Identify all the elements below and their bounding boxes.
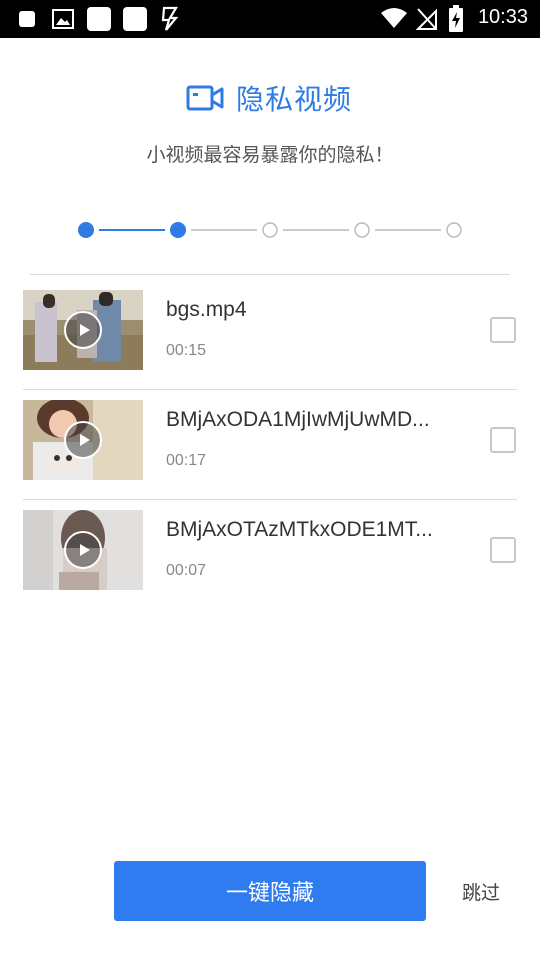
stepper-dot-pending	[446, 222, 462, 238]
hide-all-button[interactable]: 一键隐藏	[114, 861, 426, 921]
gallery-icon	[52, 9, 74, 29]
divider	[30, 274, 510, 275]
video-list: bgs.mp4 00:15 BMjAxODA1MjIwMjUwMD... 00:…	[0, 280, 540, 610]
stepper-dot-completed	[78, 222, 94, 238]
play-icon[interactable]	[64, 531, 102, 569]
header-title-group: 隐私视频	[186, 78, 352, 118]
play-icon[interactable]	[64, 311, 102, 349]
play-icon[interactable]	[64, 421, 102, 459]
stepper-dot-completed	[170, 222, 186, 238]
header: 隐私视频	[0, 78, 540, 118]
notification-square-icon	[123, 7, 147, 31]
video-list-item[interactable]: BMjAxODA1MjIwMjUwMD... 00:17	[0, 390, 540, 500]
video-duration: 00:15	[166, 342, 207, 359]
battery-charging-icon	[449, 5, 463, 32]
video-camera-icon	[186, 85, 224, 111]
progress-stepper	[78, 222, 462, 238]
notification-square-icon	[87, 7, 111, 31]
status-bar: 10:33	[0, 0, 540, 38]
video-filename: BMjAxODA1MjIwMjUwMD...	[166, 408, 430, 431]
video-list-item[interactable]: bgs.mp4 00:15	[0, 280, 540, 390]
video-filename: BMjAxOTAzMTkxODE1MT...	[166, 518, 433, 541]
stepper-dot-pending	[262, 222, 278, 238]
wifi-icon	[381, 8, 407, 28]
stepper-dot-pending	[354, 222, 370, 238]
page-title: 隐私视频	[236, 83, 353, 116]
video-duration: 00:17	[166, 452, 207, 469]
notification-square-icon	[19, 11, 35, 27]
video-thumbnail[interactable]	[23, 290, 143, 370]
video-list-item[interactable]: BMjAxOTAzMTkxODE1MT... 00:07	[0, 500, 540, 610]
video-filename: bgs.mp4	[166, 298, 247, 321]
app-notification-icon	[161, 6, 179, 31]
video-select-checkbox[interactable]	[490, 317, 516, 343]
video-select-checkbox[interactable]	[490, 537, 516, 563]
video-select-checkbox[interactable]	[490, 427, 516, 453]
video-duration: 00:07	[166, 562, 207, 579]
skip-button[interactable]: 跳过	[462, 878, 500, 905]
video-thumbnail[interactable]	[23, 510, 143, 590]
video-thumbnail[interactable]	[23, 400, 143, 480]
no-signal-icon	[416, 8, 437, 30]
page-subtitle: 小视频最容易暴露你的隐私！	[146, 144, 394, 166]
clock: 10:33	[477, 6, 528, 28]
